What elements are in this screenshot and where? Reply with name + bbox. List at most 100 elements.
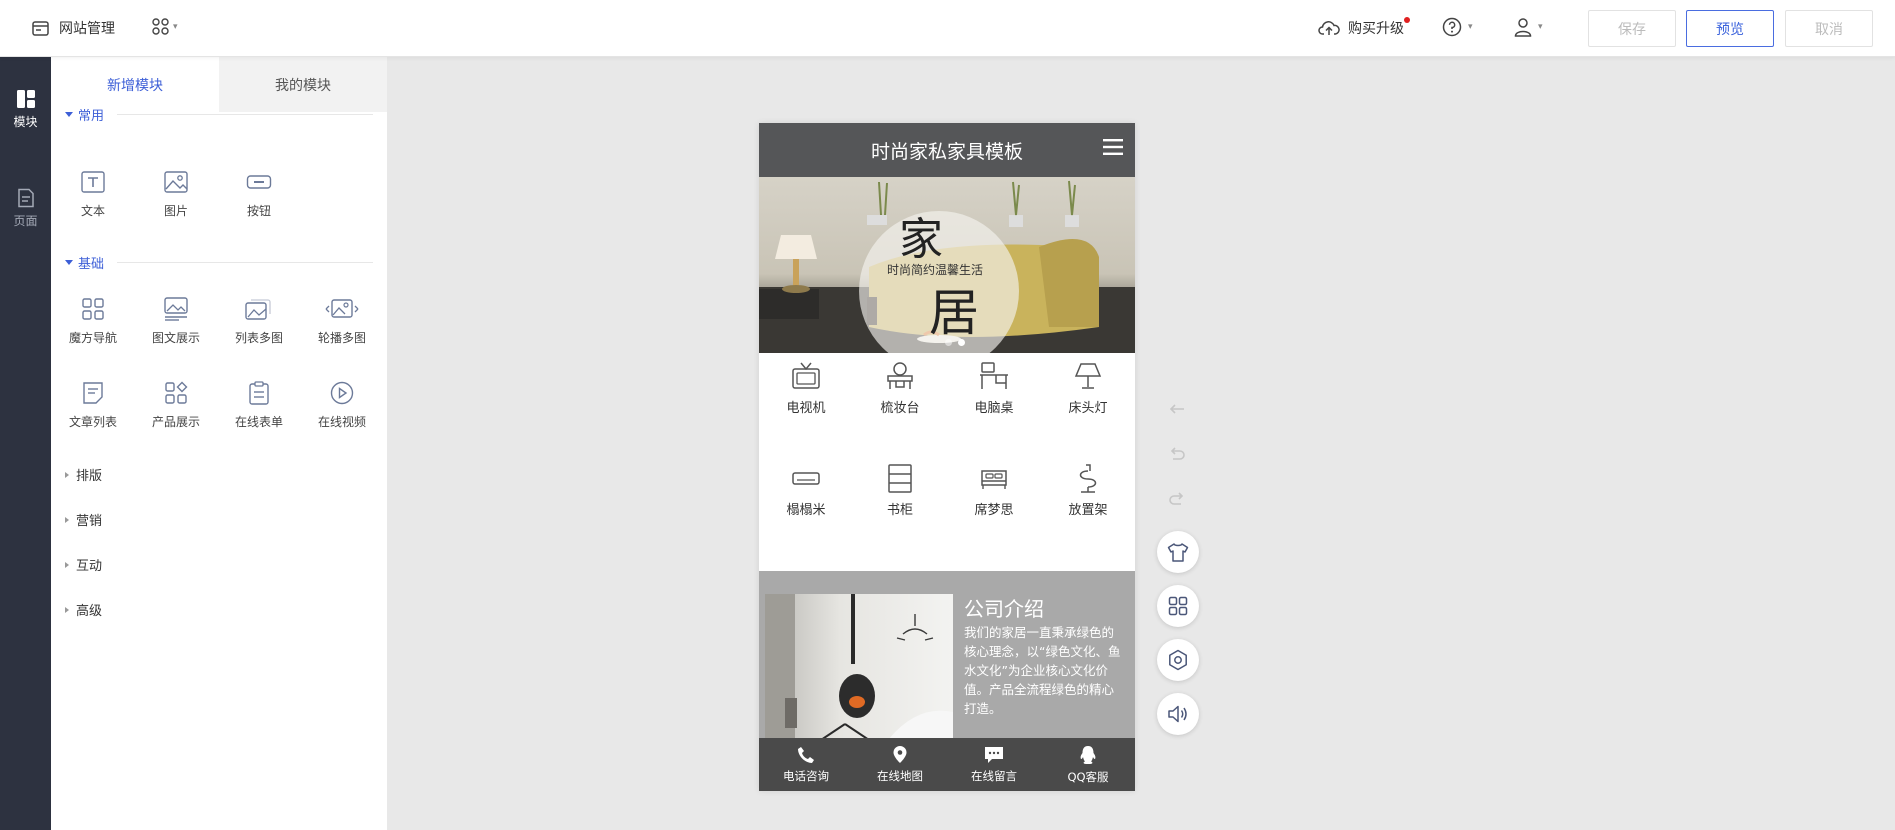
site-icon [32, 20, 49, 36]
category-item[interactable]: 梳妆台 [853, 361, 947, 416]
category-label: 榻榻米 [786, 503, 826, 518]
site-management-menu[interactable]: 网站管理 [32, 18, 115, 38]
footer-label: 在线地图 [877, 769, 923, 783]
category-label: 书柜 [886, 503, 913, 518]
divider [117, 114, 373, 115]
section-interaction-header[interactable]: 互动 [65, 555, 102, 574]
image-icon [164, 171, 188, 193]
section-title: 常用 [78, 109, 105, 124]
module-label: 在线表单 [234, 415, 283, 429]
module-carousel[interactable]: 轮播多图 [300, 297, 384, 346]
intro-photo [765, 594, 953, 744]
module-article-list[interactable]: 文章列表 [51, 381, 135, 430]
bookcase-icon [888, 464, 912, 493]
rail-item-pages[interactable]: 页面 [0, 188, 51, 229]
section-common-header[interactable]: 常用 [65, 105, 373, 124]
category-label: 电脑桌 [974, 401, 1014, 416]
section-basic-header[interactable]: 基础 [65, 253, 373, 272]
module-cube-nav[interactable]: 魔方导航 [51, 297, 135, 346]
mattress-icon [981, 470, 1007, 489]
hamburger-menu-icon[interactable] [1103, 138, 1123, 156]
footer-qq[interactable]: QQ客服 [1041, 738, 1135, 791]
section-marketing-header[interactable]: 营销 [65, 510, 102, 529]
tatami-icon [792, 472, 820, 485]
site-header[interactable]: 时尚家私家具模板 [759, 123, 1135, 177]
footer-message[interactable]: 在线留言 [947, 738, 1041, 791]
carousel-dot-active[interactable] [958, 339, 965, 346]
user-menu[interactable]: ▾ [1514, 17, 1543, 37]
section-advanced-header[interactable]: 高级 [65, 600, 102, 619]
help-menu[interactable]: ▾ [1442, 17, 1473, 37]
image-text-icon [164, 297, 188, 321]
tab-my-modules[interactable]: 我的模块 [219, 57, 387, 112]
module-label: 列表多图 [234, 331, 283, 345]
tab-new-modules[interactable]: 新增模块 [51, 57, 219, 112]
apps-menu[interactable]: ▾ [152, 18, 178, 35]
category-item[interactable]: 席梦思 [947, 463, 1041, 518]
category-item[interactable]: 放置架 [1041, 463, 1135, 518]
undo-icon[interactable] [1168, 445, 1186, 463]
fireplace-scene [765, 594, 953, 744]
category-item[interactable]: 榻榻米 [759, 463, 853, 518]
back-arrow-icon[interactable] [1168, 400, 1186, 418]
caret-right-icon [65, 471, 69, 478]
module-label: 文章列表 [68, 415, 117, 429]
upgrade-link[interactable]: 购买升级 [1318, 17, 1410, 38]
speaker-icon [1168, 705, 1187, 723]
footer-label: QQ客服 [1067, 769, 1109, 784]
category-item[interactable]: 床头灯 [1041, 361, 1135, 416]
rail-item-label: 页面 [13, 214, 38, 228]
module-text[interactable]: 文本 [51, 170, 135, 219]
cancel-button[interactable]: 取消 [1785, 10, 1873, 47]
footer-map[interactable]: 在线地图 [853, 738, 947, 791]
module-label: 魔方导航 [68, 331, 117, 345]
carousel-icon [325, 299, 359, 318]
footer-phone[interactable]: 电话咨询 [759, 738, 853, 791]
theme-button[interactable] [1157, 531, 1199, 573]
cube-nav-icon [82, 298, 104, 320]
sound-button[interactable] [1157, 693, 1199, 735]
category-item[interactable]: 电脑桌 [947, 361, 1041, 416]
module-label: 图片 [163, 204, 188, 218]
site-management-label: 网站管理 [59, 21, 115, 37]
user-icon [1514, 18, 1532, 37]
module-online-form[interactable]: 在线表单 [217, 381, 301, 430]
module-image[interactable]: 图片 [134, 170, 218, 219]
caret-right-icon [65, 606, 69, 613]
category-item[interactable]: 书柜 [853, 463, 947, 518]
rail-item-modules[interactable]: 模块 [0, 89, 51, 130]
category-item[interactable]: 电视机 [759, 361, 853, 416]
settings-button[interactable] [1157, 639, 1199, 681]
computer-desk-icon [980, 362, 1008, 389]
settings-icon [1169, 649, 1187, 671]
message-icon [985, 746, 1003, 763]
notification-dot [1404, 17, 1410, 23]
footer-label: 在线留言 [971, 768, 1017, 783]
module-online-video[interactable]: 在线视频 [300, 381, 384, 430]
module-image-text[interactable]: 图文展示 [134, 297, 218, 346]
vanity-icon [887, 362, 913, 389]
module-label: 在线视频 [317, 415, 366, 429]
save-button[interactable]: 保存 [1588, 10, 1676, 47]
preview-button[interactable]: 预览 [1686, 10, 1774, 47]
carousel-dot[interactable] [945, 339, 952, 346]
layout-button[interactable] [1157, 585, 1199, 627]
module-label: 轮播多图 [317, 331, 366, 345]
help-icon [1442, 17, 1462, 37]
module-button[interactable]: 按钮 [217, 170, 301, 219]
chevron-down-icon: ▾ [1538, 22, 1543, 32]
category-label: 电视机 [786, 401, 826, 416]
section-title: 基础 [78, 257, 105, 272]
module-list-gallery[interactable]: 列表多图 [217, 297, 301, 346]
bottom-service-bar: 电话咨询 在线地图 在线留言 QQ客服 [759, 738, 1135, 791]
phone-icon [798, 746, 814, 763]
module-product-display[interactable]: 产品展示 [134, 381, 218, 430]
list-gallery-icon [245, 299, 271, 320]
module-label: 文本 [80, 204, 105, 218]
caret-down-icon [65, 260, 73, 265]
section-layout-header[interactable]: 排版 [65, 465, 102, 484]
phone-preview[interactable]: 时尚家私家具模板 家 时尚简约温馨生活 居 电视机 梳妆台 电脑桌 床头灯 榻榻… [759, 123, 1135, 791]
caret-right-icon [65, 561, 69, 568]
banner-carousel[interactable]: 家 时尚简约温馨生活 居 [759, 177, 1135, 353]
redo-icon[interactable] [1168, 490, 1186, 508]
